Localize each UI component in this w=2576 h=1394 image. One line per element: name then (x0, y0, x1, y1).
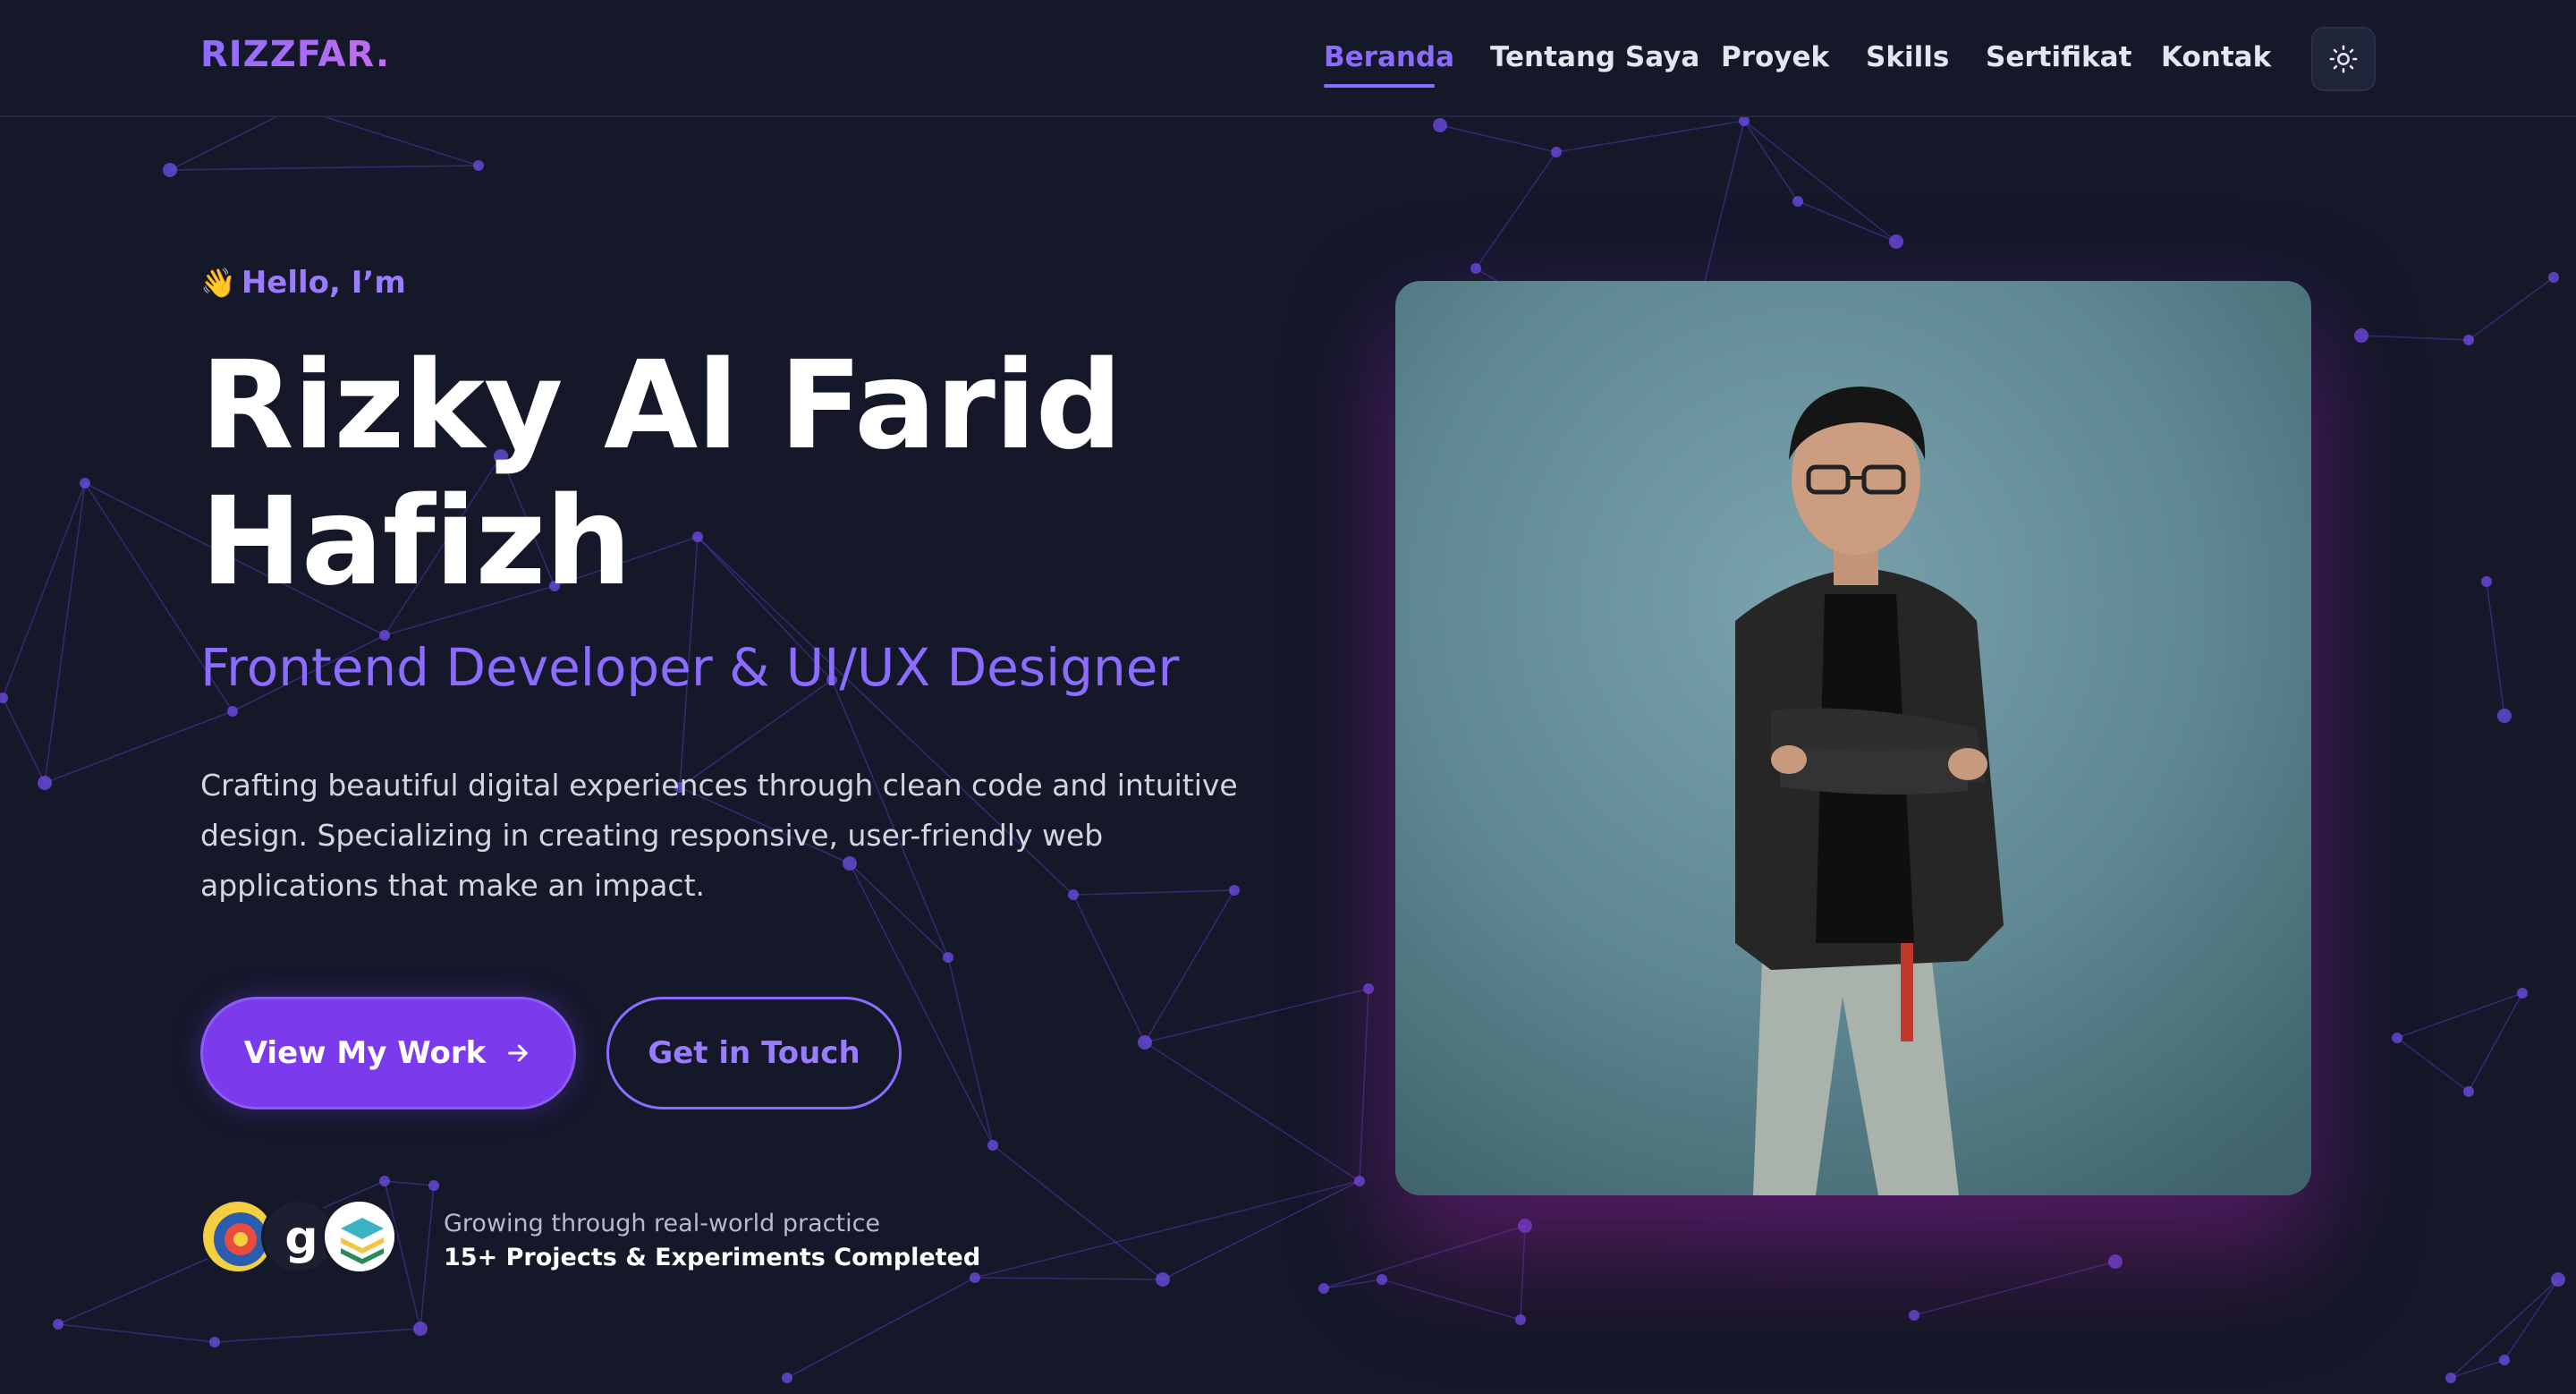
network-line (2396, 992, 2523, 1039)
sun-icon (2329, 45, 2358, 73)
network-node (227, 706, 238, 717)
network-node (163, 163, 177, 177)
stack-layers-icon (322, 1199, 397, 1274)
network-node (1138, 1035, 1152, 1050)
network-node (2463, 1086, 2474, 1097)
hero-name: Rizky Al Farid Hafizh (200, 338, 1274, 610)
network-line (57, 1323, 216, 1343)
network-line (1072, 894, 1146, 1043)
get-in-touch-button[interactable]: Get in Touch (606, 997, 902, 1109)
nav-links: Beranda Tentang Saya Proyek Skills Serti… (0, 41, 2576, 95)
network-node (473, 160, 484, 171)
network-node (1909, 1310, 1919, 1321)
network-line (1144, 1041, 1360, 1182)
network-line (1797, 200, 1897, 242)
svg-text:g: g (284, 1211, 318, 1265)
nav-item-beranda[interactable]: Beranda (1324, 41, 1454, 73)
network-node (80, 478, 90, 489)
nav-item-tentang-saya[interactable]: Tentang Saya (1490, 41, 1699, 73)
network-node (1318, 1283, 1329, 1294)
network-node (209, 1337, 220, 1347)
waving-hand-icon: 👋 (200, 266, 236, 300)
network-line (786, 1277, 976, 1379)
theme-toggle-button[interactable] (2311, 27, 2376, 91)
social-proof-line1: Growing through real-world practice (444, 1210, 881, 1237)
view-my-work-button[interactable]: View My Work (200, 997, 576, 1109)
network-node (2445, 1373, 2456, 1383)
social-proof-line2: 15+ Projects & Experiments Completed (444, 1244, 981, 1271)
network-line (2486, 581, 2505, 717)
network-node (38, 776, 52, 790)
network-node (1515, 1314, 1526, 1325)
network-node (379, 1176, 390, 1186)
navbar: RIZZFAR. Beranda Tentang Saya Proyek Ski… (0, 0, 2576, 117)
network-node (2548, 272, 2559, 283)
network-node (2551, 1272, 2565, 1287)
network-node (2497, 709, 2512, 723)
hero-name-line2: Hafizh (200, 472, 631, 613)
network-node (428, 1180, 439, 1191)
network-line (2450, 1359, 2505, 1379)
network-node (2463, 335, 2474, 345)
greeting: 👋 Hello, I’m (200, 265, 406, 301)
profile-photo (1395, 281, 2311, 1195)
badge-group: g (200, 1199, 406, 1276)
network-node (1792, 196, 1803, 207)
active-nav-indicator (1324, 84, 1435, 88)
network-line (1743, 120, 1897, 242)
get-in-touch-label: Get in Touch (648, 1035, 860, 1071)
hero-name-line1: Rizky Al Farid (200, 336, 1123, 477)
network-node (2481, 576, 2492, 587)
nav-item-skills[interactable]: Skills (1866, 41, 1949, 73)
network-line (1743, 120, 1799, 202)
network-line (974, 1277, 1164, 1280)
network-line (1144, 988, 1369, 1043)
network-node (0, 693, 8, 703)
hero-description: Crafting beautiful digital experiences t… (200, 768, 1238, 903)
network-node (943, 952, 953, 963)
network-line (2, 697, 46, 784)
network-line (1555, 120, 1745, 153)
network-line (2468, 276, 2555, 341)
network-node (413, 1322, 428, 1336)
network-node (1551, 147, 1562, 157)
nav-item-sertifikat[interactable]: Sertifikat (1986, 41, 2131, 73)
network-line (1475, 151, 1557, 269)
network-node (2499, 1355, 2510, 1365)
network-line (947, 956, 994, 1146)
network-node (1433, 118, 1447, 132)
network-line (169, 165, 479, 171)
network-line (1162, 1180, 1360, 1280)
profile-photo-illustration (1395, 281, 2311, 1195)
network-line (2468, 992, 2523, 1092)
nav-item-kontak[interactable]: Kontak (2161, 41, 2271, 73)
arrow-right-icon (508, 1044, 529, 1062)
network-line (1439, 124, 1557, 153)
network-node (1889, 234, 1903, 249)
network-line (2504, 1279, 2559, 1361)
network-line (384, 1180, 435, 1186)
network-line (2396, 1037, 2470, 1092)
network-node (2517, 988, 2528, 999)
network-node (782, 1373, 792, 1383)
network-line (44, 482, 86, 784)
nav-item-proyek[interactable]: Proyek (1721, 41, 1829, 73)
network-node (2392, 1033, 2402, 1043)
network-node (1156, 1272, 1170, 1287)
network-line (1144, 889, 1235, 1043)
network-node (970, 1272, 980, 1283)
network-line (214, 1328, 421, 1343)
network-line (419, 1185, 435, 1330)
network-node (987, 1140, 998, 1151)
hero-role: Frontend Developer & UI/UX Designer (200, 637, 1180, 698)
network-node (53, 1319, 64, 1330)
greeting-text: Hello, I’m (241, 265, 406, 301)
network-line (974, 1180, 1360, 1279)
network-line (992, 1144, 1164, 1280)
view-my-work-label: View My Work (243, 1035, 487, 1071)
network-line (2, 482, 86, 699)
